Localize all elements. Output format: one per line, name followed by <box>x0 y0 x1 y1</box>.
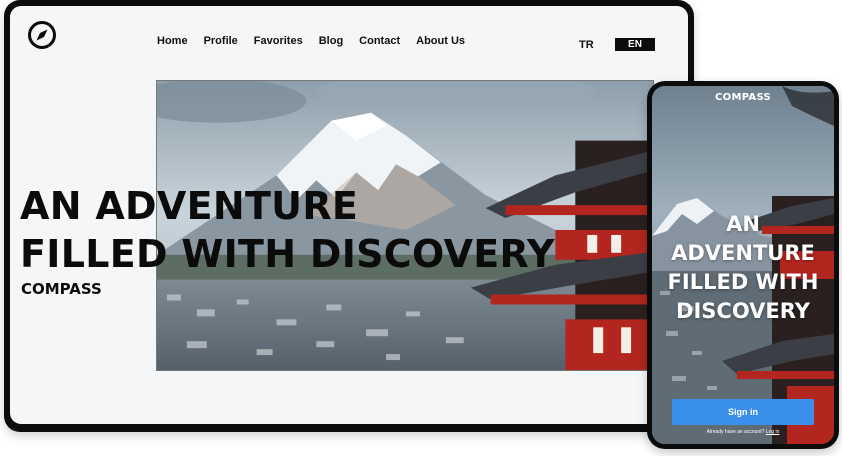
main-nav: Home Profile Favorites Blog Contact Abou… <box>157 34 481 48</box>
sign-in-button[interactable]: Sign in <box>672 399 814 425</box>
nav-home[interactable]: Home <box>157 34 188 48</box>
compass-icon[interactable] <box>27 20 57 50</box>
language-tr-button[interactable]: TR <box>579 38 594 52</box>
nav-contact[interactable]: Contact <box>359 34 400 48</box>
phone-device-frame: COMPASS AN ADVENTURE FILLED WITH DISCOVE… <box>647 81 839 449</box>
language-en-button[interactable]: EN <box>615 38 655 51</box>
nav-about-us[interactable]: About Us <box>416 34 465 48</box>
phone-headline-line4: DISCOVERY <box>676 299 810 323</box>
nav-favorites[interactable]: Favorites <box>254 34 303 48</box>
nav-blog[interactable]: Blog <box>319 34 343 48</box>
phone-headline: AN ADVENTURE FILLED WITH DISCOVERY <box>652 210 834 326</box>
hero-headline-line1: AN ADVENTURE <box>20 184 359 228</box>
nav-profile[interactable]: Profile <box>204 34 238 48</box>
login-prompt: Already have an account? Log in <box>652 429 834 435</box>
phone-headline-line1: AN <box>726 212 760 236</box>
login-prompt-text: Already have an account? <box>706 429 765 435</box>
phone-brand-name: COMPASS <box>715 92 771 103</box>
log-in-link[interactable]: Log in <box>766 429 780 435</box>
desktop-device-frame: Home Profile Favorites Blog Contact Abou… <box>4 0 694 432</box>
hero-headline: AN ADVENTURE FILLED WITH DISCOVERY <box>20 182 555 278</box>
phone-screen: COMPASS AN ADVENTURE FILLED WITH DISCOVE… <box>652 86 834 444</box>
phone-headline-line3: FILLED WITH <box>667 270 819 294</box>
brand-name: COMPASS <box>21 280 102 298</box>
hero-headline-line2: FILLED WITH DISCOVERY <box>20 232 555 276</box>
phone-headline-line2: ADVENTURE <box>671 241 815 265</box>
desktop-screen: Home Profile Favorites Blog Contact Abou… <box>10 6 688 424</box>
